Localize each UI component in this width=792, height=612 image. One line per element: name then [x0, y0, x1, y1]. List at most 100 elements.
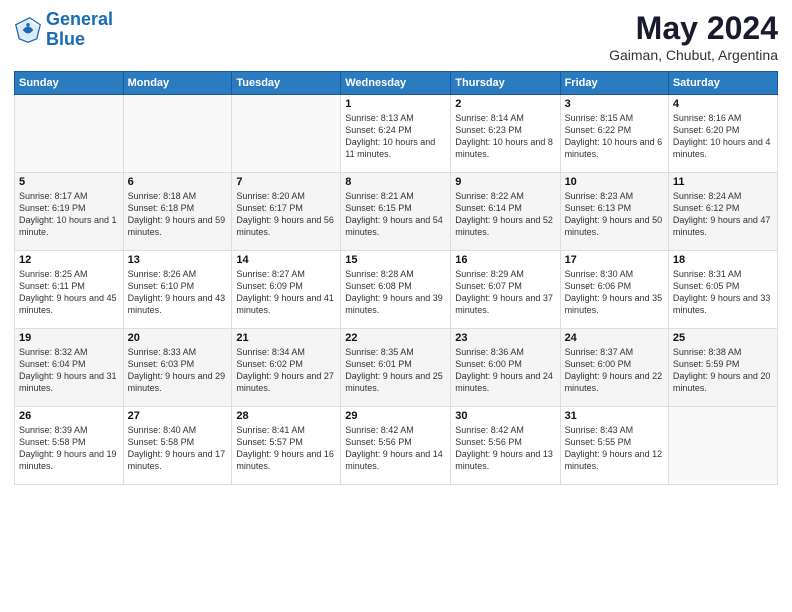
day-number: 28 [236, 410, 336, 422]
day-number: 18 [673, 254, 773, 266]
header-thursday: Thursday [451, 72, 560, 95]
header-monday: Monday [123, 72, 232, 95]
cell-1-5: 10Sunrise: 8:23 AMSunset: 6:13 PMDayligh… [560, 173, 668, 251]
cell-0-3: 1 Sunrise: 8:13 AMSunset: 6:24 PMDaylight… [341, 95, 451, 173]
day-number: 4 [673, 98, 773, 110]
day-info: Sunrise: 8:41 AMSunset: 5:57 PMDaylight:… [236, 424, 336, 473]
cell-3-3: 22 Sunrise: 8:35 AMSunset: 6:01 PMDayligh… [341, 329, 451, 407]
day-info: Sunrise: 8:39 AMSunset: 5:58 PMDaylight:… [19, 424, 119, 473]
cell-1-2: 7 Sunrise: 8:20 AMSunset: 6:17 PMDaylight… [232, 173, 341, 251]
week-row-0: 1 Sunrise: 8:13 AMSunset: 6:24 PMDaylight… [15, 95, 778, 173]
day-info: Sunrise: 8:42 AMSunset: 5:56 PMDaylight:… [345, 424, 446, 473]
cell-2-6: 18 Sunrise: 8:31 AMSunset: 6:05 PMDayligh… [668, 251, 777, 329]
day-info: Sunrise: 8:20 AMSunset: 6:17 PMDaylight:… [236, 190, 336, 239]
day-number: 8 [345, 176, 446, 188]
day-number: 19 [19, 332, 119, 344]
day-info: Sunrise: 8:13 AMSunset: 6:24 PMDaylight:… [345, 112, 446, 161]
day-number: 20 [128, 332, 228, 344]
header-saturday: Saturday [668, 72, 777, 95]
cell-1-0: 5Sunrise: 8:17 AMSunset: 6:19 PMDaylight… [15, 173, 124, 251]
day-number: 7 [236, 176, 336, 188]
day-number: 30 [455, 410, 555, 422]
cell-2-1: 13 Sunrise: 8:26 AMSunset: 6:10 PMDayligh… [123, 251, 232, 329]
week-row-2: 12Sunrise: 8:25 AMSunset: 6:11 PMDayligh… [15, 251, 778, 329]
cell-4-6 [668, 407, 777, 485]
cell-2-0: 12Sunrise: 8:25 AMSunset: 6:11 PMDayligh… [15, 251, 124, 329]
page: General Blue May 2024 Gaiman, Chubut, Ar… [0, 0, 792, 612]
day-number: 17 [565, 254, 664, 266]
logo-icon [14, 16, 42, 44]
week-row-4: 26 Sunrise: 8:39 AMSunset: 5:58 PMDayligh… [15, 407, 778, 485]
day-number: 13 [128, 254, 228, 266]
day-info: Sunrise: 8:32 AMSunset: 6:04 PMDaylight:… [19, 346, 119, 395]
week-row-1: 5Sunrise: 8:17 AMSunset: 6:19 PMDaylight… [15, 173, 778, 251]
day-number: 12 [19, 254, 119, 266]
week-row-3: 19 Sunrise: 8:32 AMSunset: 6:04 PMDayligh… [15, 329, 778, 407]
day-info: Sunrise: 8:30 AMSunset: 6:06 PMDaylight:… [565, 268, 664, 317]
cell-0-0 [15, 95, 124, 173]
day-number: 22 [345, 332, 446, 344]
day-info: Sunrise: 8:24 AMSunset: 6:12 PMDaylight:… [673, 190, 773, 239]
day-info: Sunrise: 8:15 AMSunset: 6:22 PMDaylight:… [565, 112, 664, 161]
cell-3-4: 23 Sunrise: 8:36 AMSunset: 6:00 PMDayligh… [451, 329, 560, 407]
cell-1-6: 11 Sunrise: 8:24 AMSunset: 6:12 PMDayligh… [668, 173, 777, 251]
cell-2-5: 17 Sunrise: 8:30 AMSunset: 6:06 PMDayligh… [560, 251, 668, 329]
day-number: 14 [236, 254, 336, 266]
day-info: Sunrise: 8:26 AMSunset: 6:10 PMDaylight:… [128, 268, 228, 317]
cell-4-3: 29Sunrise: 8:42 AMSunset: 5:56 PMDayligh… [341, 407, 451, 485]
day-info: Sunrise: 8:18 AMSunset: 6:18 PMDaylight:… [128, 190, 228, 239]
day-number: 10 [565, 176, 664, 188]
day-info: Sunrise: 8:35 AMSunset: 6:01 PMDaylight:… [345, 346, 446, 395]
day-number: 16 [455, 254, 555, 266]
day-info: Sunrise: 8:28 AMSunset: 6:08 PMDaylight:… [345, 268, 446, 317]
logo-text: General Blue [46, 10, 113, 50]
cell-3-2: 21 Sunrise: 8:34 AMSunset: 6:02 PMDayligh… [232, 329, 341, 407]
day-number: 23 [455, 332, 555, 344]
day-number: 24 [565, 332, 664, 344]
day-number: 21 [236, 332, 336, 344]
day-info: Sunrise: 8:31 AMSunset: 6:05 PMDaylight:… [673, 268, 773, 317]
day-info: Sunrise: 8:38 AMSunset: 5:59 PMDaylight:… [673, 346, 773, 395]
day-number: 25 [673, 332, 773, 344]
day-number: 1 [345, 98, 446, 110]
logo: General Blue [14, 10, 113, 50]
cell-3-0: 19 Sunrise: 8:32 AMSunset: 6:04 PMDayligh… [15, 329, 124, 407]
day-info: Sunrise: 8:37 AMSunset: 6:00 PMDaylight:… [565, 346, 664, 395]
subtitle: Gaiman, Chubut, Argentina [609, 47, 778, 63]
day-number: 11 [673, 176, 773, 188]
main-title: May 2024 [609, 10, 778, 47]
day-number: 27 [128, 410, 228, 422]
cell-2-3: 15Sunrise: 8:28 AMSunset: 6:08 PMDayligh… [341, 251, 451, 329]
cell-2-4: 16 Sunrise: 8:29 AMSunset: 6:07 PMDayligh… [451, 251, 560, 329]
cell-4-0: 26 Sunrise: 8:39 AMSunset: 5:58 PMDayligh… [15, 407, 124, 485]
header-friday: Friday [560, 72, 668, 95]
header-tuesday: Tuesday [232, 72, 341, 95]
cell-0-5: 3 Sunrise: 8:15 AMSunset: 6:22 PMDaylight… [560, 95, 668, 173]
day-number: 26 [19, 410, 119, 422]
day-info: Sunrise: 8:21 AMSunset: 6:15 PMDaylight:… [345, 190, 446, 239]
cell-4-5: 31Sunrise: 8:43 AMSunset: 5:55 PMDayligh… [560, 407, 668, 485]
day-number: 2 [455, 98, 555, 110]
header-row: Sunday Monday Tuesday Wednesday Thursday… [15, 72, 778, 95]
day-number: 6 [128, 176, 228, 188]
cell-4-4: 30 Sunrise: 8:42 AMSunset: 5:56 PMDayligh… [451, 407, 560, 485]
cell-1-4: 9Sunrise: 8:22 AMSunset: 6:14 PMDaylight… [451, 173, 560, 251]
day-number: 3 [565, 98, 664, 110]
logo-line2: Blue [46, 29, 85, 49]
cell-0-4: 2 Sunrise: 8:14 AMSunset: 6:23 PMDaylight… [451, 95, 560, 173]
day-info: Sunrise: 8:17 AMSunset: 6:19 PMDaylight:… [19, 190, 119, 239]
day-info: Sunrise: 8:22 AMSunset: 6:14 PMDaylight:… [455, 190, 555, 239]
cell-1-1: 6 Sunrise: 8:18 AMSunset: 6:18 PMDaylight… [123, 173, 232, 251]
cell-4-1: 27Sunrise: 8:40 AMSunset: 5:58 PMDayligh… [123, 407, 232, 485]
cell-4-2: 28 Sunrise: 8:41 AMSunset: 5:57 PMDayligh… [232, 407, 341, 485]
day-info: Sunrise: 8:14 AMSunset: 6:23 PMDaylight:… [455, 112, 555, 161]
cell-3-6: 25 Sunrise: 8:38 AMSunset: 5:59 PMDayligh… [668, 329, 777, 407]
day-info: Sunrise: 8:29 AMSunset: 6:07 PMDaylight:… [455, 268, 555, 317]
day-info: Sunrise: 8:27 AMSunset: 6:09 PMDaylight:… [236, 268, 336, 317]
cell-1-3: 8 Sunrise: 8:21 AMSunset: 6:15 PMDaylight… [341, 173, 451, 251]
cell-0-2 [232, 95, 341, 173]
day-info: Sunrise: 8:34 AMSunset: 6:02 PMDaylight:… [236, 346, 336, 395]
day-info: Sunrise: 8:42 AMSunset: 5:56 PMDaylight:… [455, 424, 555, 473]
day-info: Sunrise: 8:36 AMSunset: 6:00 PMDaylight:… [455, 346, 555, 395]
header-sunday: Sunday [15, 72, 124, 95]
